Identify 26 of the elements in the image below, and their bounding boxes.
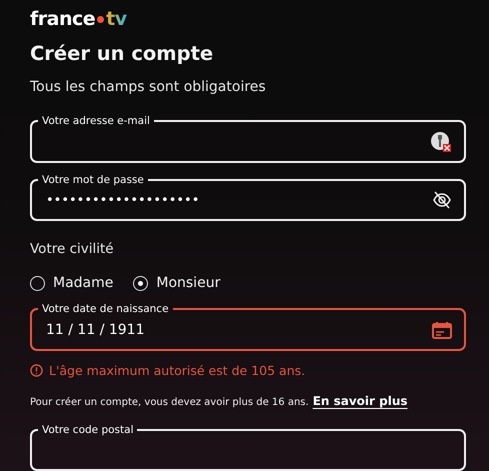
learn-more-link[interactable]: En savoir plus [312,394,408,408]
field-label: Votre code postal [41,424,134,436]
page-title: Créer un compte [30,42,214,65]
radio-label[interactable]: Monsieur [156,275,220,291]
date-field[interactable]: Votre date de naissance 11 / 11 / 1911 [30,303,466,350]
eye-off-icon[interactable] [432,191,452,210]
field-value: •••••••••••••••••••• [46,192,200,208]
logo-text: france [30,8,96,30]
password-field[interactable]: Votre mot de passe •••••••••••••••••••• [30,174,466,221]
field-label: Votre date de naissance [41,303,170,315]
field-label: Votre mot de passe [41,174,145,186]
error-message: L'âge maximum autorisé est de 105 ans. [49,362,306,378]
subtitle: Tous les champs sont obligatoires [30,79,267,95]
postal-code-field[interactable]: Votre code postal [30,424,466,471]
logo-dot-icon [97,16,104,22]
civility-label: Votre civilité [30,241,115,257]
calendar-icon[interactable] [432,320,452,339]
field-label: Votre adresse e-mail [41,115,151,127]
alert-icon [30,364,43,376]
email-field[interactable]: Votre adresse e-mail [30,115,466,162]
radio-button[interactable] [30,276,45,290]
radio-label[interactable]: Madame [53,275,114,291]
field-value: 11 / 11 / 1911 [46,322,146,338]
key-icon[interactable] [430,130,452,153]
age-note: Pour créer un compte, vous devez avoir plus de 16 ans. En savoir plus [30,394,409,408]
radio-button[interactable] [133,276,148,290]
